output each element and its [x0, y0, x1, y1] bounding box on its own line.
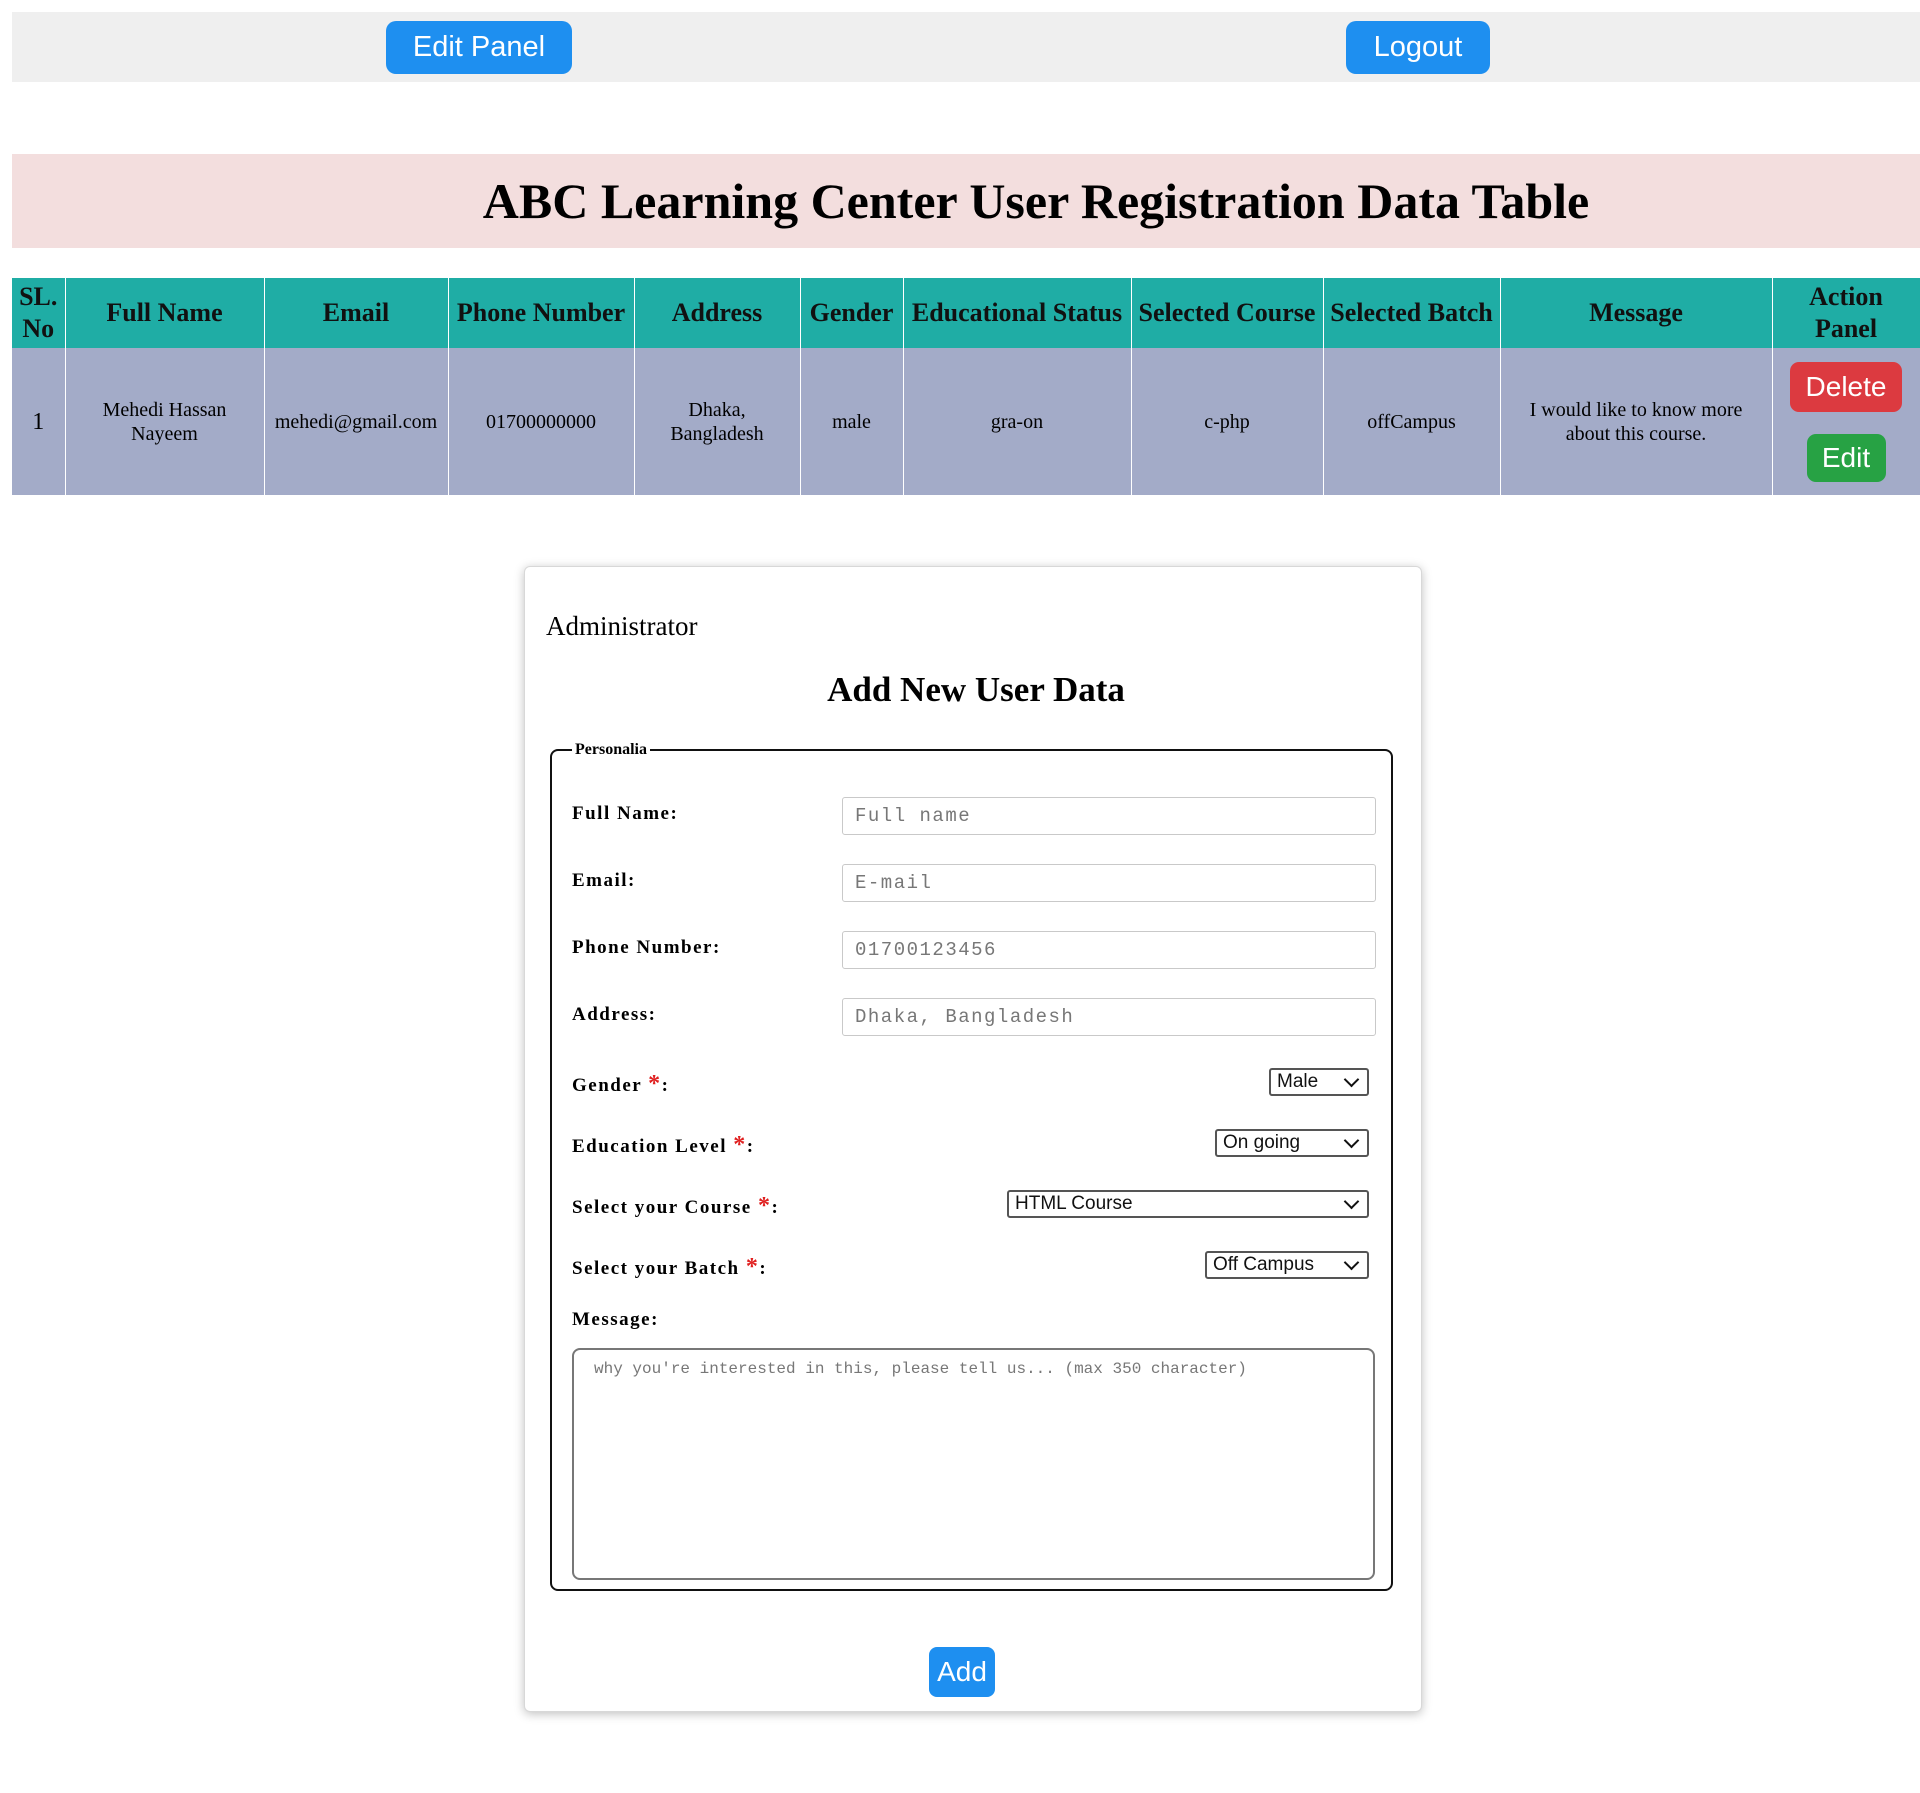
education-label: Education Level *: [572, 1132, 755, 1159]
logout-button[interactable]: Logout [1346, 21, 1490, 74]
course-label: Select your Course *: [572, 1193, 779, 1220]
message-textarea[interactable] [572, 1348, 1375, 1580]
full-name-label: Full Name: [572, 803, 679, 824]
column-header: Email [264, 278, 449, 348]
cell-message: I would like to know more about this cou… [1500, 348, 1773, 495]
personalia-fieldset: Personalia Full Name: Full name Email: E… [550, 741, 1393, 1591]
course-select[interactable]: HTML Course [1007, 1190, 1369, 1218]
edit-panel-button[interactable]: Edit Panel [386, 21, 572, 74]
cell-batch: offCampus [1323, 348, 1501, 495]
address-label: Address: [572, 1004, 657, 1025]
email-label: Email: [572, 870, 636, 891]
column-header: Action Panel [1772, 278, 1920, 348]
label-colon: : [759, 1258, 768, 1279]
column-header: Selected Batch [1323, 278, 1501, 348]
column-header: SL. No [12, 278, 66, 348]
batch-label-text: Select your Batch [572, 1258, 746, 1279]
batch-label: Select your Batch *: [572, 1254, 767, 1281]
column-header: Full Name [65, 278, 265, 348]
edit-button[interactable]: Edit [1806, 433, 1886, 482]
required-mark: * [757, 1193, 772, 1219]
full-name-input[interactable]: Full name [842, 797, 1376, 835]
batch-select[interactable]: Off Campus [1205, 1251, 1369, 1279]
course-label-text: Select your Course [572, 1197, 758, 1218]
phone-input[interactable]: 01700123456 [842, 931, 1376, 969]
add-user-card: Administrator Add New User Data Personal… [524, 566, 1422, 1712]
registration-table: SL. No Full Name Email Phone Number Addr… [12, 278, 1920, 495]
gender-select[interactable]: Male [1269, 1068, 1369, 1096]
title-banner: ABC Learning Center User Registration Da… [12, 154, 1920, 248]
top-bar [12, 12, 1920, 82]
message-label: Message: [572, 1309, 659, 1330]
add-button[interactable]: Add [929, 1647, 995, 1697]
cell-action-panel: Delete Edit [1772, 348, 1920, 495]
cell-education: gra-on [903, 348, 1132, 495]
chevron-down-icon [1343, 1132, 1360, 1148]
page-title: ABC Learning Center User Registration Da… [482, 173, 1590, 229]
column-header: Address [634, 278, 801, 348]
cell-course: c-php [1131, 348, 1324, 495]
phone-label: Phone Number: [572, 937, 721, 958]
cell-sl: 1 [12, 348, 66, 495]
column-header: Selected Course [1131, 278, 1324, 348]
gender-label: Gender *: [572, 1071, 669, 1098]
label-colon: : [746, 1136, 755, 1157]
label-colon: : [771, 1197, 780, 1218]
delete-button[interactable]: Delete [1790, 361, 1902, 412]
form-heading: Add New User Data [827, 670, 1125, 709]
cell-gender: male [800, 348, 904, 495]
gender-select-value: Male [1277, 1071, 1319, 1092]
label-colon: : [661, 1075, 670, 1096]
batch-select-value: Off Campus [1213, 1254, 1315, 1275]
column-header: Educational Status [903, 278, 1132, 348]
required-mark: * [745, 1254, 760, 1280]
chevron-down-icon [1343, 1254, 1360, 1270]
required-mark: * [733, 1132, 747, 1158]
education-select-value: On going [1223, 1132, 1301, 1153]
address-input[interactable]: Dhaka, Bangladesh [842, 998, 1376, 1036]
table-row: 1 Mehedi Hassan Nayeem mehedi@gmail.com … [12, 348, 1920, 495]
course-select-value: HTML Course [1015, 1193, 1133, 1214]
required-mark: * [648, 1071, 662, 1097]
column-header: Phone Number [448, 278, 635, 348]
cell-address: Dhaka, Bangladesh [634, 348, 801, 495]
email-input[interactable]: E-mail [842, 864, 1376, 902]
column-header: Gender [800, 278, 904, 348]
cell-phone: 01700000000 [448, 348, 635, 495]
education-label-text: Education Level [572, 1136, 734, 1157]
column-header: Message [1500, 278, 1773, 348]
cell-email: mehedi@gmail.com [264, 348, 449, 495]
education-select[interactable]: On going [1215, 1129, 1369, 1157]
cell-full-name: Mehedi Hassan Nayeem [65, 348, 265, 495]
chevron-down-icon [1343, 1193, 1360, 1209]
chevron-down-icon [1343, 1071, 1360, 1087]
table-header-row: SL. No Full Name Email Phone Number Addr… [12, 278, 1920, 348]
fieldset-legend: Personalia [575, 741, 647, 758]
gender-label-text: Gender [572, 1075, 649, 1096]
admin-label: Administrator [546, 611, 698, 641]
